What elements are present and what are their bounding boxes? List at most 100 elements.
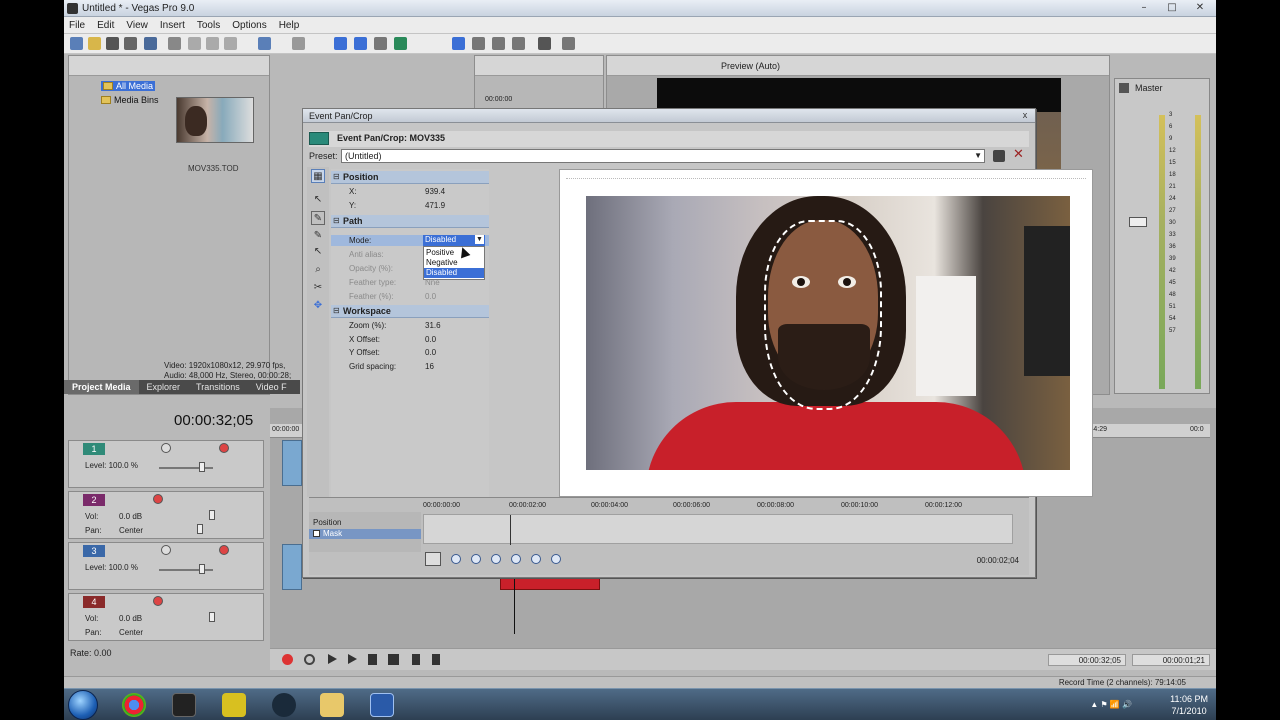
mode-option-positive[interactable]: Positive: [424, 248, 484, 258]
video-event-clip[interactable]: [282, 440, 302, 486]
kf-row-position[interactable]: Position: [309, 518, 421, 528]
cut-icon[interactable]: [188, 37, 201, 50]
last-keyframe-button[interactable]: [551, 554, 561, 564]
dialog-close-button[interactable]: x: [1019, 110, 1031, 121]
kf-row-mask[interactable]: Mask: [309, 529, 421, 539]
keyframe-cursor[interactable]: [510, 515, 511, 545]
master-fader[interactable]: [1129, 217, 1147, 227]
menu-view[interactable]: View: [126, 17, 148, 33]
create-keyframe-button[interactable]: [491, 554, 501, 564]
anchor-creation-tool-icon[interactable]: ✎: [311, 229, 325, 243]
selection-tool-icon[interactable]: [374, 37, 387, 50]
video-event-clip[interactable]: [500, 578, 600, 590]
mask-tool-icon[interactable]: ✎: [311, 211, 325, 225]
close-button[interactable]: ✕: [1190, 1, 1210, 15]
section-position[interactable]: ⊟ Position: [331, 171, 489, 184]
level-slider-thumb[interactable]: [199, 462, 205, 472]
normal-edit-tool-icon[interactable]: [334, 37, 347, 50]
chevron-down-icon[interactable]: ▼: [974, 151, 982, 160]
tab-project-media[interactable]: Project Media: [64, 380, 139, 394]
move-anywhere-icon[interactable]: ✥: [311, 299, 325, 313]
auto-ripple-icon[interactable]: [472, 37, 485, 50]
preview-quality-dropdown[interactable]: Preview (Auto): [721, 61, 780, 71]
menu-insert[interactable]: Insert: [160, 17, 185, 33]
menu-file[interactable]: File: [69, 17, 85, 33]
explorer-folder-icon[interactable]: [320, 693, 344, 717]
delete-keyframe-button[interactable]: [511, 554, 521, 564]
stop-button[interactable]: [388, 654, 399, 665]
mode-dropdown[interactable]: Disabled ▼: [423, 235, 485, 246]
menu-help[interactable]: Help: [279, 17, 300, 33]
prop-grid-spacing-value[interactable]: 16: [425, 362, 434, 371]
sync-cursor-icon[interactable]: [425, 552, 441, 566]
first-keyframe-button[interactable]: [451, 554, 461, 564]
track-header-4[interactable]: 4 Vol: 0.0 dB Pan: Center: [68, 593, 264, 641]
chevron-down-icon[interactable]: ▼: [475, 235, 484, 244]
tree-item-all-media[interactable]: All Media: [101, 81, 156, 91]
level-slider-thumb[interactable]: [199, 564, 205, 574]
zoom-tool-icon[interactable]: [394, 37, 407, 50]
tab-explorer[interactable]: Explorer: [139, 380, 189, 394]
pan-slider-thumb[interactable]: [197, 524, 203, 534]
tab-transitions[interactable]: Transitions: [188, 380, 248, 394]
record-button[interactable]: [282, 654, 293, 665]
mode-option-disabled[interactable]: Disabled: [424, 268, 484, 278]
mask-enable-checkbox[interactable]: [313, 530, 320, 537]
prop-x-offset-value[interactable]: 0.0: [425, 335, 436, 344]
tab-video-fx[interactable]: Video F: [248, 380, 295, 394]
section-path[interactable]: ⊟ Path: [331, 215, 489, 228]
start-button[interactable]: [68, 690, 98, 720]
video-event-clip[interactable]: [282, 544, 302, 590]
arm-record-button[interactable]: [153, 494, 163, 504]
pause-button[interactable]: [368, 654, 377, 665]
solo-button[interactable]: [219, 545, 229, 555]
vegas-taskbar-icon[interactable]: [172, 693, 196, 717]
chrome-icon[interactable]: [122, 693, 146, 717]
split-tool-icon[interactable]: ✂: [311, 281, 325, 295]
undo-icon[interactable]: [258, 37, 271, 50]
lock-envelopes-icon[interactable]: [492, 37, 505, 50]
next-keyframe-button[interactable]: [531, 554, 541, 564]
media-thumbnail[interactable]: [176, 97, 254, 143]
zoom-tool-icon[interactable]: ⌕: [311, 263, 325, 277]
show-properties-icon[interactable]: ▦: [311, 169, 325, 183]
volume-slider-thumb[interactable]: [209, 510, 215, 520]
taskbar-clock[interactable]: 11:06 PM 7/1/2010: [1170, 693, 1208, 717]
play-from-start-button[interactable]: [328, 654, 337, 664]
ignore-grouping-icon[interactable]: [512, 37, 525, 50]
arm-record-button[interactable]: [153, 596, 163, 606]
minimize-button[interactable]: –: [1134, 1, 1154, 15]
mask-editing-canvas[interactable]: [559, 169, 1093, 497]
selection-length-field[interactable]: 00:00:01;21: [1132, 654, 1210, 666]
keyframe-ruler[interactable]: 00:00:00:00 00:00:02:00 00:00:04:00 00:0…: [423, 500, 1023, 512]
copy-icon[interactable]: [206, 37, 219, 50]
cursor-position-field[interactable]: 00:00:32;05: [1048, 654, 1126, 666]
new-file-icon[interactable]: [70, 37, 83, 50]
menu-edit[interactable]: Edit: [97, 17, 114, 33]
steam-icon[interactable]: [272, 693, 296, 717]
save-icon[interactable]: [106, 37, 119, 50]
prop-zoom-value[interactable]: 31.6: [425, 321, 441, 330]
play-button[interactable]: [348, 654, 357, 664]
loop-button[interactable]: [304, 654, 315, 665]
volume-slider-thumb[interactable]: [209, 612, 215, 622]
maximize-button[interactable]: □: [1162, 1, 1182, 15]
paste-icon[interactable]: [224, 37, 237, 50]
system-tray[interactable]: ▲ ⚑ 📶 🔊: [1090, 700, 1132, 709]
mute-button[interactable]: [161, 443, 171, 453]
save-as-icon[interactable]: [124, 37, 137, 50]
envelope-tool-icon[interactable]: [354, 37, 367, 50]
solo-button[interactable]: [219, 443, 229, 453]
menu-tools[interactable]: Tools: [197, 17, 220, 33]
prop-x-value[interactable]: 939.4: [425, 187, 445, 196]
section-workspace[interactable]: ⊟ Workspace: [331, 305, 489, 318]
mask-path[interactable]: [764, 220, 882, 410]
snapping-icon[interactable]: [452, 37, 465, 50]
active-app-icon[interactable]: [370, 693, 394, 717]
help-icon[interactable]: [538, 37, 551, 50]
track-header-1[interactable]: 1 Level: 100.0 %: [68, 440, 264, 488]
normal-edit-tool-icon[interactable]: ↖: [311, 193, 325, 207]
go-to-start-button[interactable]: [412, 654, 420, 665]
anchor-deletion-tool-icon[interactable]: ↖: [311, 245, 325, 259]
whats-this-icon[interactable]: [562, 37, 575, 50]
